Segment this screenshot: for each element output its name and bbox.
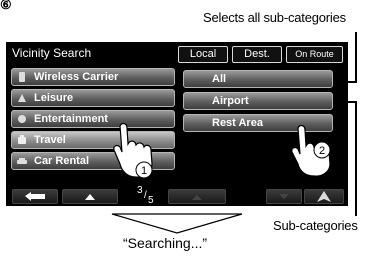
- searching-label: “Searching...”: [123, 235, 208, 251]
- callout-sub-categories: Sub-categories: [273, 218, 358, 233]
